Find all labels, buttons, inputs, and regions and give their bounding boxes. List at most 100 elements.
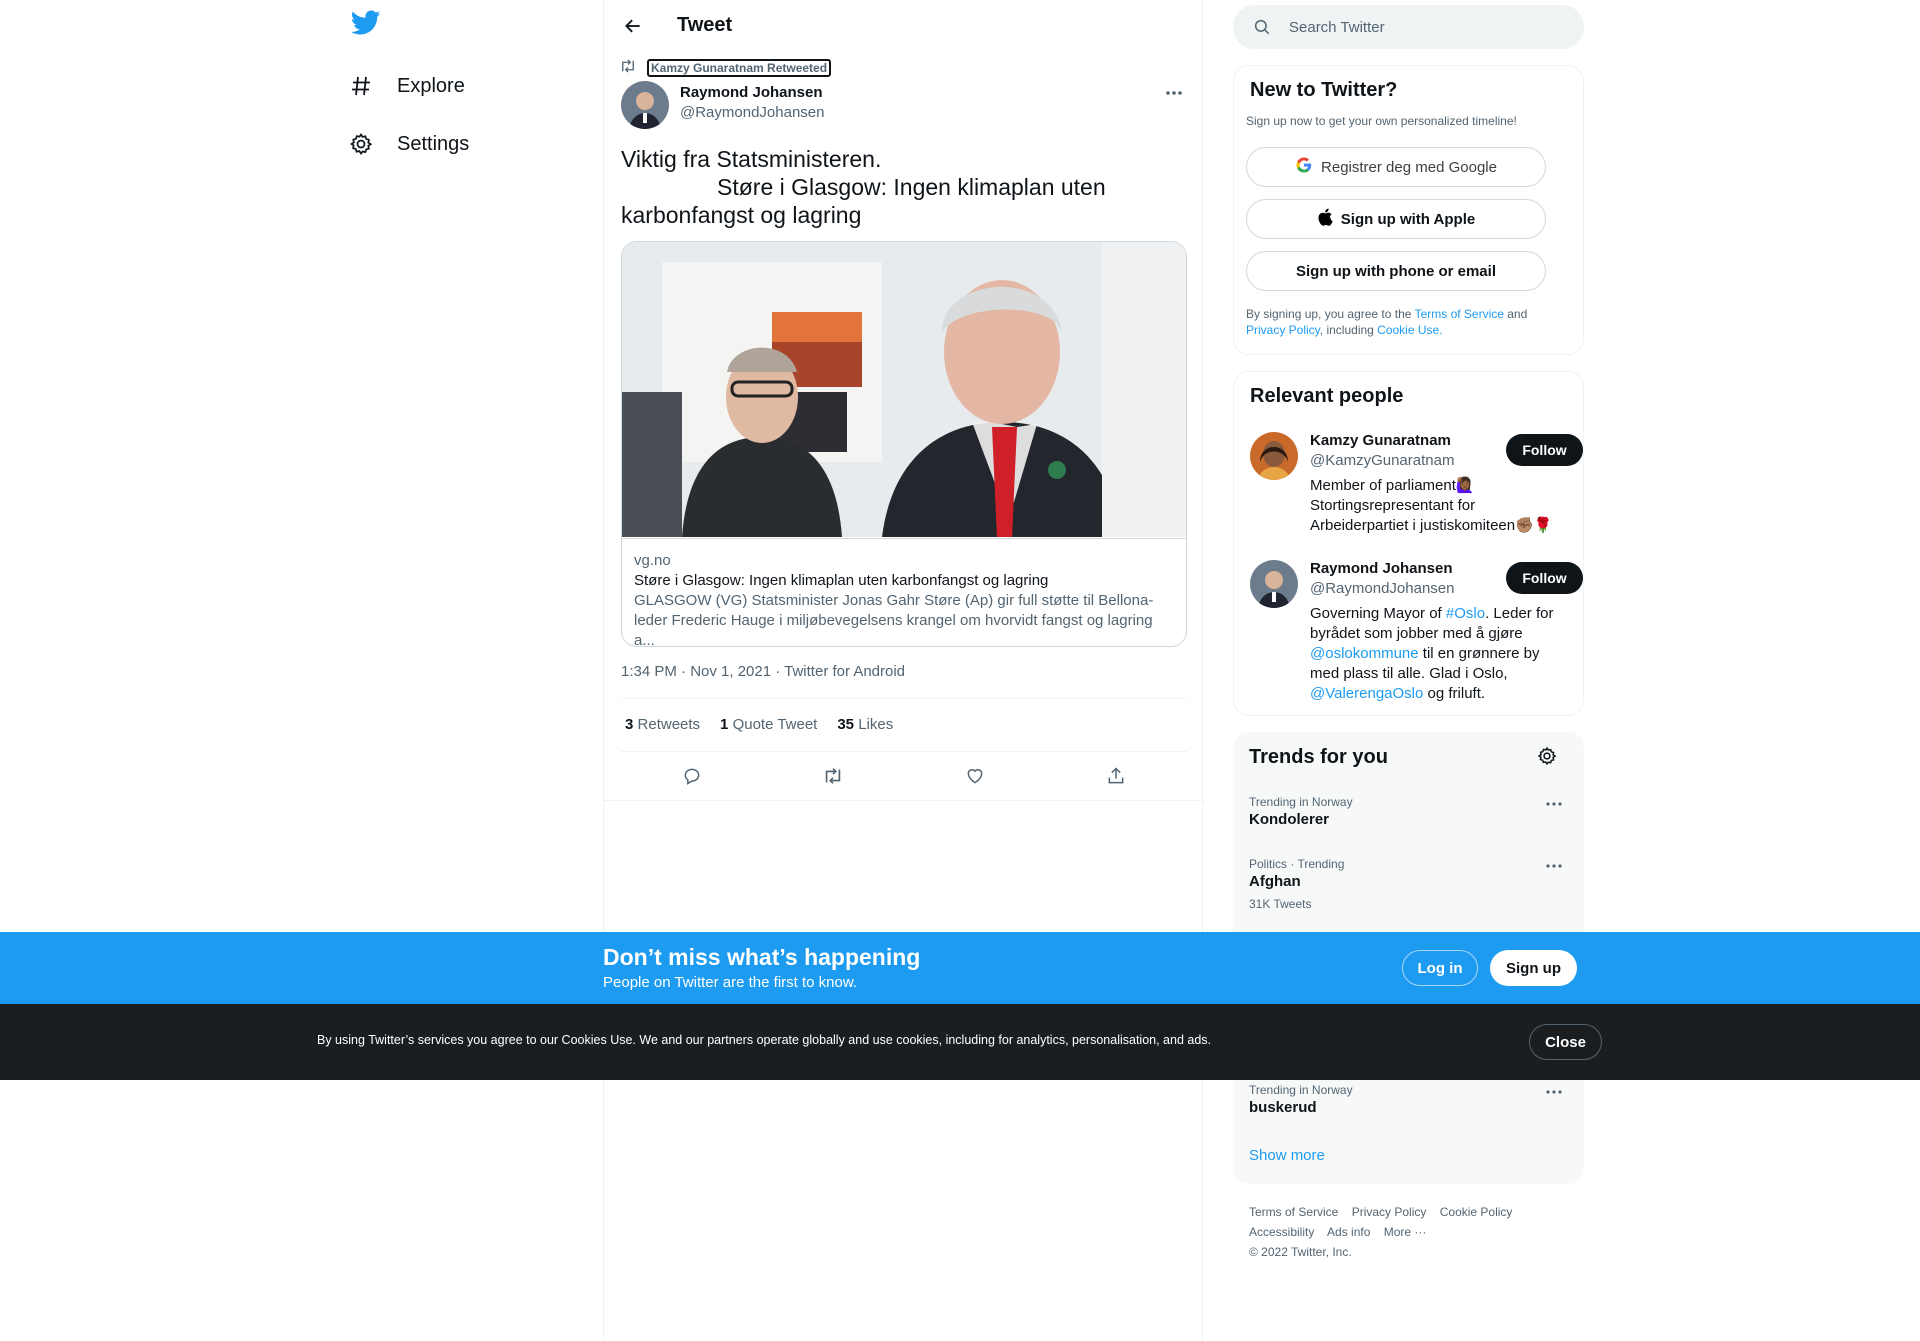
close-button[interactable]: Close (1529, 1024, 1602, 1060)
card-title: Støre i Glasgow: Ingen klimaplan uten ka… (634, 572, 1049, 589)
footer-cookie-link[interactable]: Cookie Policy (1440, 1205, 1513, 1219)
avatar[interactable] (621, 81, 669, 129)
twitter-logo-icon[interactable] (350, 10, 387, 46)
gear-icon (347, 130, 375, 158)
phone-email-signup-button[interactable]: Sign up with phone or email (1246, 251, 1546, 291)
show-more-link[interactable]: Show more (1249, 1147, 1325, 1164)
footer-accessibility-link[interactable]: Accessibility (1249, 1225, 1314, 1239)
tweet-text: Viktig fra Statsministeren. Støre i Glas… (621, 146, 1106, 228)
banner-subtitle: People on Twitter are the first to know. (603, 974, 858, 991)
search-icon (1253, 18, 1271, 41)
author-name[interactable]: Raymond Johansen (680, 84, 823, 101)
trend-context: Trending in Norway (1249, 795, 1353, 809)
panel-title: New to Twitter? (1250, 79, 1398, 101)
person-bio: Member of parliament🙋🏾‍♀️ Stortingsrepre… (1310, 477, 1553, 534)
footer-terms-link[interactable]: Terms of Service (1249, 1205, 1338, 1219)
tweet-stats: 3 Retweets 1 Quote Tweet 35 Likes (625, 716, 893, 733)
apple-logo-icon (1317, 208, 1333, 230)
more-options-icon[interactable] (1164, 84, 1188, 104)
nav-settings[interactable]: Settings (347, 130, 469, 158)
card-image (622, 242, 1186, 537)
privacy-link[interactable]: Privacy Policy (1246, 323, 1320, 337)
footer-links: Terms of Service Privacy Policy Cookie P… (1249, 1202, 1569, 1262)
nav-explore-label: Explore (397, 74, 465, 97)
cookie-consent-bar: By using Twitter’s services you agree to… (0, 1004, 1920, 1080)
hashtag-link[interactable]: #Oslo (1446, 605, 1485, 622)
nav-settings-label: Settings (397, 132, 470, 155)
new-to-twitter-panel: New to Twitter? Sign up now to get your … (1233, 65, 1584, 355)
trend-item[interactable]: Trending in Norway Kondolerer (1249, 794, 1569, 830)
link-preview-card[interactable]: vg.no Støre i Glasgow: Ingen klimaplan u… (621, 241, 1187, 647)
footer-ads-link[interactable]: Ads info (1327, 1225, 1370, 1239)
google-signup-button[interactable]: Registrer deg med Google (1246, 147, 1546, 187)
panel-title: Trends for you (1249, 746, 1388, 768)
person-handle[interactable]: @RaymondJohansen (1310, 580, 1454, 597)
banner-title: Don’t miss what’s happening (603, 944, 921, 970)
back-button[interactable] (616, 9, 650, 43)
trend-context: Politics · Trending (1249, 857, 1345, 871)
card-description: leder Frederic Hauge i miljøbevegelsens … (634, 612, 1153, 647)
person-card[interactable]: Raymond Johansen @RaymondJohansen Govern… (1250, 560, 1583, 710)
left-navigation: Explore Settings (347, 0, 601, 1341)
avatar[interactable] (1250, 560, 1298, 608)
divider (604, 800, 1204, 801)
search-box[interactable] (1233, 5, 1584, 49)
author-handle[interactable]: @RaymondJohansen (680, 104, 824, 121)
mention-link[interactable]: @oslokommune (1310, 645, 1419, 662)
retweet-icon (619, 58, 637, 77)
retweet-button-icon[interactable] (816, 759, 850, 793)
signup-legal-text: By signing up, you agree to the Terms of… (1246, 307, 1528, 337)
mention-link[interactable]: @ValerengaOslo (1310, 685, 1423, 702)
retweets-stat[interactable]: 3 Retweets (625, 716, 700, 733)
tweet-actions (621, 756, 1187, 796)
terms-link[interactable]: Terms of Service (1415, 307, 1504, 321)
login-button[interactable]: Log in (1402, 950, 1478, 986)
divider (621, 698, 1187, 699)
person-card[interactable]: Kamzy Gunaratnam @KamzyGunaratnam Member… (1250, 432, 1583, 542)
copyright-text: © 2022 Twitter, Inc. (1249, 1245, 1352, 1259)
apple-signup-button[interactable]: Sign up with Apple (1246, 199, 1546, 239)
google-logo-icon (1295, 156, 1313, 178)
panel-title: Relevant people (1250, 385, 1404, 407)
trend-name: buskerud (1249, 1099, 1317, 1116)
avatar[interactable] (1250, 432, 1298, 480)
follow-button[interactable]: Follow (1506, 434, 1583, 466)
arrow-left-icon (625, 19, 640, 33)
tweet-timestamp[interactable]: 1:34 PM · Nov 1, 2021 · Twitter for Andr… (621, 663, 905, 680)
trend-item[interactable]: Trending in Norway buskerud (1249, 1082, 1569, 1118)
retweeted-by-link[interactable]: Kamzy Gunaratnam Retweeted (647, 58, 832, 77)
hashtag-icon (347, 72, 375, 100)
more-options-icon[interactable] (1545, 794, 1569, 818)
person-name[interactable]: Kamzy Gunaratnam (1310, 432, 1451, 449)
relevant-people-panel: Relevant people Kamzy Gunaratnam @KamzyG… (1233, 371, 1584, 716)
trend-name: Kondolerer (1249, 811, 1330, 828)
cookie-use-link[interactable]: Cookie Use. (1377, 323, 1442, 337)
footer-privacy-link[interactable]: Privacy Policy (1352, 1205, 1427, 1219)
cookie-text: By using Twitter’s services you agree to… (317, 1033, 1212, 1047)
person-bio: Governing Mayor of #Oslo. Leder for byrå… (1310, 605, 1554, 702)
tweet-header: Tweet (604, 0, 1204, 53)
signup-button[interactable]: Sign up (1490, 950, 1577, 986)
card-description: GLASGOW (VG) Statsminister Jonas Gahr St… (634, 592, 1154, 609)
reply-icon[interactable] (675, 759, 709, 793)
follow-button[interactable]: Follow (1506, 562, 1583, 594)
page-title: Tweet (677, 14, 733, 36)
main-column: Tweet Kamzy Gunaratnam Retweeted Raymond… (603, 0, 1204, 1341)
like-heart-icon[interactable] (958, 759, 992, 793)
divider (621, 751, 1187, 752)
quotes-stat[interactable]: 1 Quote Tweet (720, 716, 817, 733)
person-name[interactable]: Raymond Johansen (1310, 560, 1453, 577)
person-handle[interactable]: @KamzyGunaratnam (1310, 452, 1454, 469)
more-options-icon[interactable] (1545, 1082, 1569, 1106)
more-options-icon[interactable] (1545, 856, 1569, 880)
likes-stat[interactable]: 35 Likes (837, 716, 893, 733)
share-icon[interactable] (1099, 759, 1133, 793)
signup-banner: Don’t miss what’s happening People on Tw… (0, 932, 1920, 1004)
nav-explore[interactable]: Explore (347, 72, 465, 100)
trend-item[interactable]: Politics · Trending Afghan 31K Tweets (1249, 856, 1569, 912)
panel-subtitle: Sign up now to get your own personalized… (1246, 114, 1517, 128)
search-input[interactable] (1289, 5, 1569, 49)
gear-icon[interactable] (1537, 746, 1561, 770)
footer-more-link[interactable]: More ··· (1384, 1225, 1427, 1239)
card-meta: vg.no Støre i Glasgow: Ingen klimaplan u… (622, 538, 1186, 647)
